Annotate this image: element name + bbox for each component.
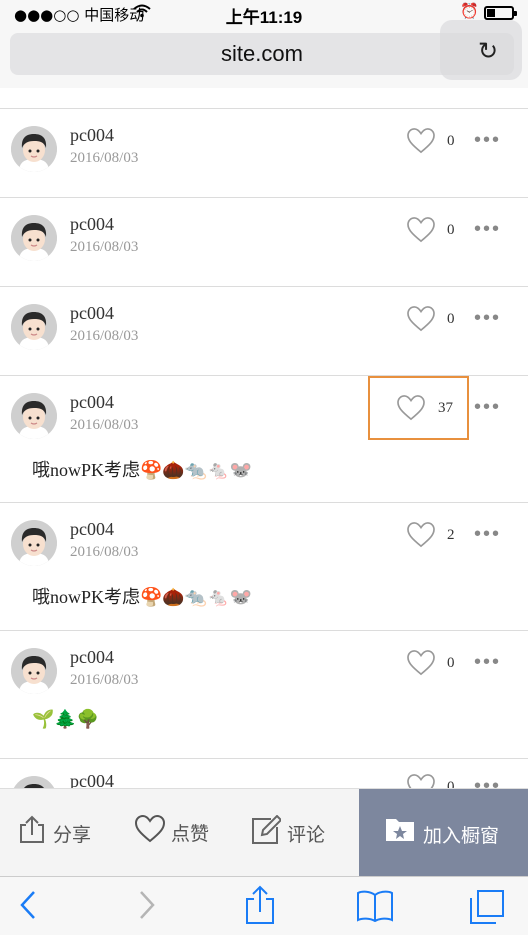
heart-icon[interactable] [407, 774, 435, 788]
action-bar: 分享 点赞 评论 加入橱窗 [0, 788, 528, 877]
post-text: 🌱🌲🌳 [32, 709, 100, 729]
share-label: 分享 [53, 824, 92, 846]
avatar[interactable] [11, 648, 57, 694]
post-text: 哦nowPK考虑🍄🌰🐀🐁🐭 [32, 587, 253, 607]
post-item[interactable]: pc004 2016/08/03 0 ••• [0, 197, 528, 287]
like-count: 0 [447, 779, 455, 788]
post-item[interactable]: pc004 0 ••• [0, 758, 528, 788]
like-highlight-box [368, 376, 469, 440]
like-count: 0 [447, 655, 455, 671]
comment-label: 评论 [287, 824, 326, 846]
comment-action[interactable]: 评论 [251, 814, 326, 851]
more-options-icon[interactable]: ••• [474, 308, 501, 328]
back-icon[interactable] [18, 889, 38, 926]
like-count: 2 [447, 527, 455, 543]
post-username[interactable]: pc004 [70, 125, 114, 146]
more-options-icon[interactable]: ••• [474, 776, 501, 788]
more-options-icon[interactable]: ••• [474, 524, 501, 544]
post-item[interactable]: pc004 2016/08/03 0 ••• [0, 286, 528, 376]
tabs-icon[interactable] [469, 889, 505, 930]
post-text: 哦nowPK考虑🍄🌰🐀🐁🐭 [32, 460, 253, 480]
more-options-icon[interactable]: ••• [474, 397, 501, 417]
post-date: 2016/08/03 [70, 150, 139, 166]
post-item[interactable]: pc004 2016/08/03 2 ••• 哦nowPK考虑🍄🌰🐀🐁🐭 [0, 502, 528, 631]
post-item[interactable]: pc004 2016/08/03 0 ••• [0, 108, 528, 198]
post-username[interactable]: pc004 [70, 771, 114, 788]
heart-icon[interactable] [407, 217, 435, 243]
reload-icon[interactable]: ↻ [478, 37, 498, 65]
post-username[interactable]: pc004 [70, 647, 114, 668]
avatar[interactable] [11, 304, 57, 350]
like-label: 点赞 [171, 823, 210, 845]
folder-star-icon [384, 813, 416, 850]
browser-toolbar [0, 876, 528, 935]
post-username[interactable]: pc004 [70, 519, 114, 540]
more-options-icon[interactable]: ••• [474, 130, 501, 150]
avatar[interactable] [11, 215, 57, 261]
bookmarks-icon[interactable] [356, 890, 394, 927]
heart-icon[interactable] [407, 522, 435, 548]
edit-icon [251, 814, 283, 851]
post-item[interactable]: pc004 2016/08/03 0 ••• 🌱🌲🌳 [0, 630, 528, 759]
alarm-icon: ⏰ [460, 3, 479, 20]
post-username[interactable]: pc004 [70, 303, 114, 324]
more-options-icon[interactable]: ••• [474, 652, 501, 672]
battery-icon [484, 6, 517, 20]
forward-icon[interactable] [137, 889, 157, 926]
heart-icon[interactable] [407, 128, 435, 154]
share-icon [17, 815, 47, 851]
add-window-label: 加入橱窗 [423, 826, 500, 847]
post-date: 2016/08/03 [70, 672, 139, 688]
avatar[interactable] [11, 520, 57, 566]
url-text: site.com [221, 41, 303, 66]
share-sheet-icon[interactable] [244, 885, 276, 930]
like-count: 0 [447, 133, 455, 149]
address-bar: site.com ↻ [0, 20, 528, 88]
post-feed: pc004 2016/08/03 0 ••• pc004 2016/08/03 … [0, 88, 528, 788]
share-action[interactable]: 分享 [17, 815, 91, 851]
heart-icon [134, 814, 166, 849]
post-date: 2016/08/03 [70, 239, 139, 255]
avatar[interactable] [11, 776, 57, 788]
like-action[interactable]: 点赞 [134, 814, 210, 849]
more-options-icon[interactable]: ••• [474, 219, 501, 239]
post-date: 2016/08/03 [70, 544, 139, 560]
like-count: 0 [447, 311, 455, 327]
heart-icon[interactable] [407, 650, 435, 676]
post-username[interactable]: pc004 [70, 392, 114, 413]
post-date: 2016/08/03 [70, 417, 139, 433]
add-to-window-button[interactable]: 加入橱窗 [359, 789, 528, 877]
heart-icon[interactable] [407, 306, 435, 332]
post-username[interactable]: pc004 [70, 214, 114, 235]
url-field[interactable]: site.com [10, 33, 514, 75]
avatar[interactable] [11, 126, 57, 172]
like-count: 0 [447, 222, 455, 238]
post-date: 2016/08/03 [70, 328, 139, 344]
avatar[interactable] [11, 393, 57, 439]
